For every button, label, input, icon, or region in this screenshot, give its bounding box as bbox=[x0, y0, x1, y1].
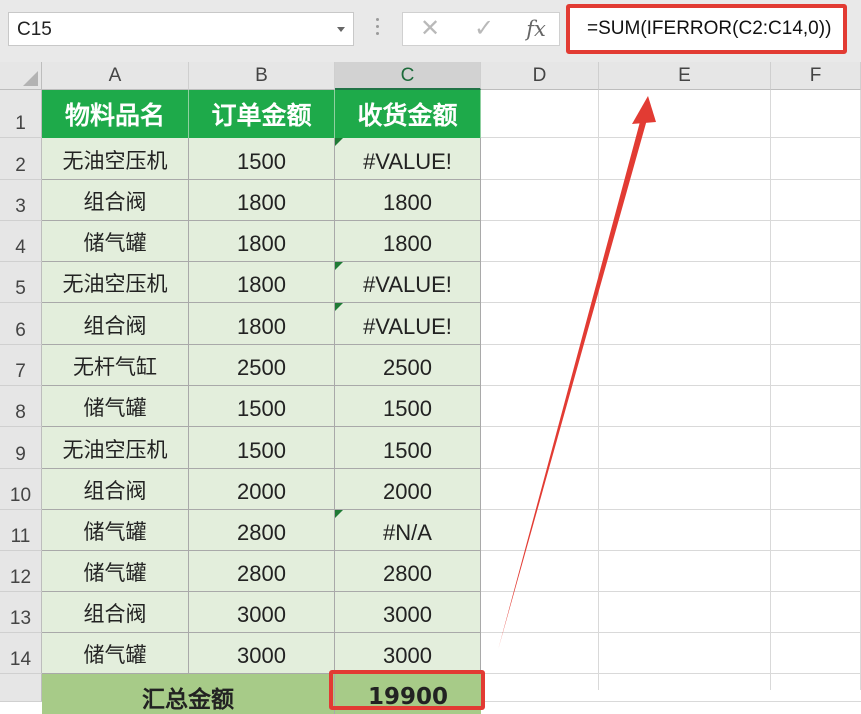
arrow-shaft bbox=[498, 116, 648, 650]
arrow-head bbox=[632, 96, 656, 124]
callout-arrow-icon bbox=[498, 96, 656, 650]
